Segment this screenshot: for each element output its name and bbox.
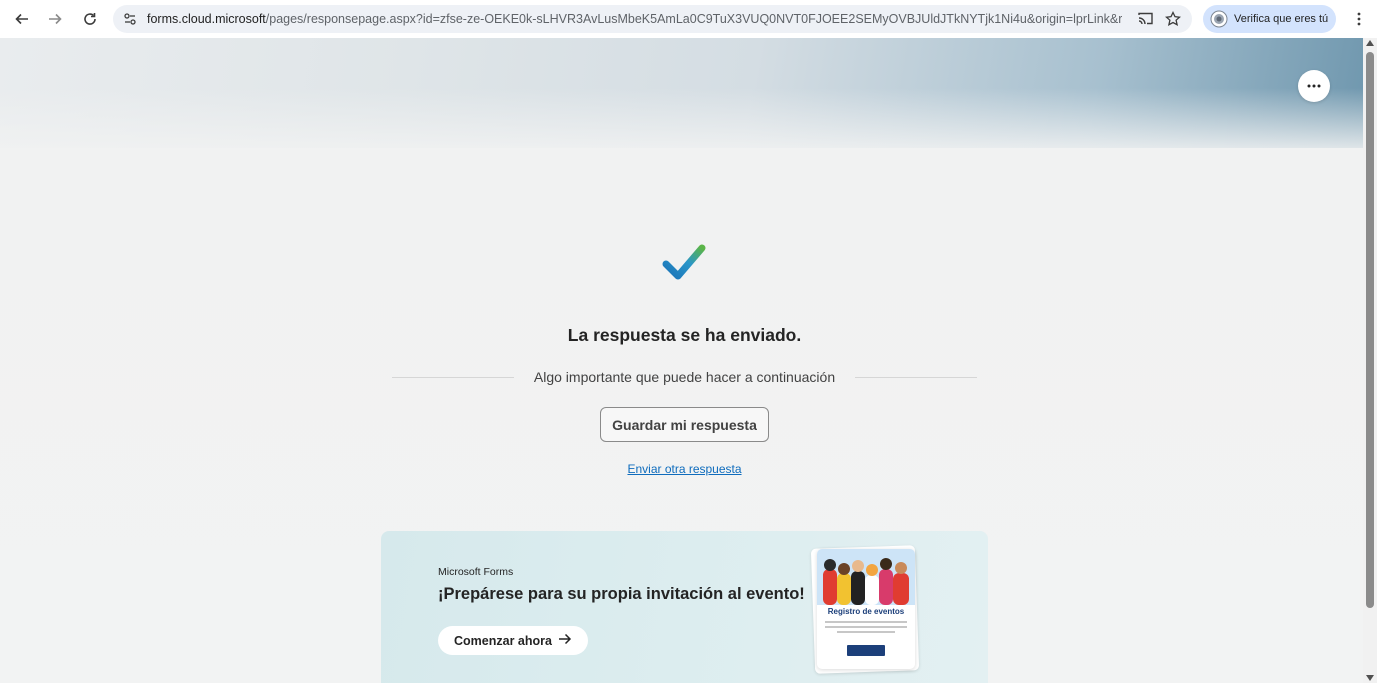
- kebab-icon[interactable]: [1348, 6, 1370, 32]
- scroll-thumb[interactable]: [1366, 52, 1374, 608]
- divider-line-right: [855, 376, 977, 378]
- scroll-up-icon[interactable]: [1366, 40, 1374, 46]
- browser-toolbar: forms.cloud.microsoft/pages/responsepage…: [0, 0, 1377, 38]
- card-text-line: [825, 621, 907, 623]
- scroll-down-icon[interactable]: [1366, 675, 1374, 681]
- card-cta-button: [847, 645, 885, 656]
- arrow-right-icon: [558, 632, 572, 649]
- confirmation-title: La respuesta se ha enviado.: [567, 325, 802, 345]
- event-registration-illustration: Registro de eventos: [817, 549, 915, 669]
- url-text[interactable]: forms.cloud.microsoft/pages/responsepage…: [147, 12, 1122, 26]
- site-info-icon[interactable]: [119, 8, 141, 30]
- promo-title: ¡Prepárese para su propia invitación al …: [438, 585, 805, 603]
- start-now-button[interactable]: Comenzar ahora: [438, 626, 588, 655]
- back-icon[interactable]: [9, 6, 35, 32]
- scrollbar[interactable]: [1363, 38, 1377, 683]
- card-text-line: [837, 631, 895, 633]
- card-text-lines: [825, 621, 907, 635]
- page-content: La respuesta se ha enviado. Algo importa…: [0, 38, 1363, 683]
- profile-chip-label: Verifica que eres tú: [1234, 13, 1329, 25]
- promo-brand: Microsoft Forms: [438, 566, 514, 578]
- profile-icon: [1210, 10, 1228, 28]
- check-icon: [662, 240, 708, 282]
- send-another-link[interactable]: Enviar otra respuesta: [0, 462, 1363, 476]
- address-bar[interactable]: forms.cloud.microsoft/pages/responsepage…: [113, 5, 1192, 33]
- url-path: /pages/responsepage.aspx?id=zfse-ze-OEKE…: [265, 12, 1122, 26]
- send-another-label[interactable]: Enviar otra respuesta: [627, 462, 741, 476]
- star-icon[interactable]: [1163, 9, 1183, 29]
- start-now-label: Comenzar ahora: [454, 633, 552, 648]
- profile-chip[interactable]: Verifica que eres tú: [1203, 5, 1336, 33]
- banner-fade: [0, 88, 1363, 158]
- forward-icon[interactable]: [42, 6, 68, 32]
- reload-icon[interactable]: [77, 6, 103, 32]
- divider-line-left: [392, 376, 514, 378]
- card-title: Registro de eventos: [827, 607, 905, 616]
- save-response-button[interactable]: Guardar mi respuesta: [600, 407, 769, 442]
- card-text-line: [825, 626, 907, 628]
- cast-icon[interactable]: [1136, 9, 1156, 29]
- more-icon[interactable]: [1298, 70, 1330, 102]
- card-illustration: [817, 549, 915, 605]
- next-steps-divider: Algo importante que puede hacer a contin…: [392, 365, 977, 389]
- promo-card: Microsoft Forms ¡Prepárese para su propi…: [381, 531, 988, 683]
- url-host: forms.cloud.microsoft: [147, 12, 266, 26]
- next-steps-text: Algo importante que puede hacer a contin…: [533, 369, 836, 385]
